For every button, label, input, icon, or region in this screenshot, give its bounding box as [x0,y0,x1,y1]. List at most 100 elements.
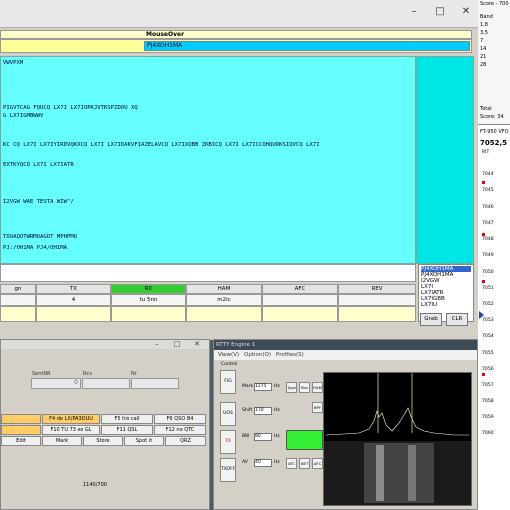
rit-label: RIT [482,150,490,155]
av-label: AV [242,460,248,465]
spot-marker[interactable] [482,280,485,283]
grid-blank[interactable] [338,306,416,322]
f10-button[interactable]: F10 TU 73 es GL [42,425,100,435]
grid-blank[interactable] [111,306,186,322]
total-label: Total [480,106,492,112]
grid-blank[interactable] [186,306,262,322]
status-counter: 1140/700 [83,482,107,488]
vfo-window: FT-950 VFO 7052,5 RIT 7044 7045 7046 704… [478,124,510,510]
grid-header[interactable]: AFC [262,284,338,294]
rx-text-area[interactable]: VWVPXM PIGVTCAG FQUCQ LX7I LX7IOPKJVTKSP… [0,56,416,264]
ham-button[interactable]: HAM [312,382,323,393]
spectrum-scope[interactable] [323,372,472,506]
freq-tick: 7059 [482,415,494,420]
grid-value[interactable] [0,294,36,306]
grid-header-rx[interactable]: RX [111,284,186,294]
rx-line: TOOAQOTWRMOAGOT MPHPMO [3,234,78,240]
band-label: Band [480,14,493,20]
f-button-blank[interactable] [1,425,41,435]
fig-button[interactable]: FIG [220,370,236,394]
close-icon[interactable]: ✕ [460,6,472,18]
grid-header[interactable]: REV [338,284,416,294]
uos-button[interactable]: UOS [220,402,236,426]
freq-tick: 7045 [482,188,494,193]
spot-it-button[interactable]: Spot it [124,436,164,446]
menu-profiles[interactable]: Profiles(S) [276,350,304,360]
net-button[interactable]: NET [299,458,310,469]
grid-header[interactable]: gn [0,284,36,294]
hz-label: Hz [274,434,280,439]
vfo-pointer-icon[interactable] [479,311,484,319]
score-window: Score - 700 Band 1,8 3,5 7 14 21 28 Tota… [478,0,510,124]
freq-tick: 7056 [482,367,494,372]
rx-side-panel [416,56,474,264]
bw-select[interactable]: 80 [254,433,272,441]
freq-tick: 7046 [482,205,494,210]
store-button[interactable]: Store [83,436,123,446]
hz-label: Hz [274,408,280,413]
rev-button[interactable]: Rev [299,382,310,393]
menu-option[interactable]: Option(O) [244,350,271,360]
maximize-icon[interactable]: □ [434,6,446,18]
rcv-label: Rcv [83,371,93,377]
type-button[interactable]: Type [286,382,297,393]
grid-blank[interactable] [262,306,338,322]
f5-button[interactable]: F5 his call [101,414,153,424]
grid-value[interactable] [262,294,338,306]
nr-field[interactable] [131,378,179,389]
grid-value[interactable]: 4 [36,294,111,306]
rcv-field[interactable] [82,378,130,389]
grid-header[interactable]: TX [36,284,111,294]
bw-label: BW [242,434,250,439]
mark-select[interactable]: 1275 [254,383,272,391]
grid-value[interactable] [338,294,416,306]
grid-blank[interactable] [36,306,111,322]
freq-tick: 7051 [482,286,494,291]
spot-marker[interactable] [482,233,485,236]
logger-title-bar: – □ ✕ [1,340,209,349]
bpf-button[interactable]: BPF [312,402,323,413]
f6-button[interactable]: F6 QSO B4 [154,414,206,424]
nr-label: Nr [131,371,137,377]
qrz-button[interactable]: QRZ [165,436,206,446]
txoff-button[interactable]: TXOFF [220,458,236,482]
f12-button[interactable]: F12 no QTC [154,425,206,435]
tx-button[interactable]: TX [220,430,236,454]
mark-label: Mark [242,384,254,389]
rx-line: VWVPXM [3,60,24,66]
grid-value[interactable]: m2ic [186,294,262,306]
av-select[interactable]: 40 [254,459,272,467]
clr-button[interactable]: CLR [446,313,468,326]
maximize-icon[interactable]: □ [171,338,183,350]
waterfall-signal [364,443,434,503]
vfo-frequency: 7052,5 [480,139,508,147]
shift-select[interactable]: 170 [254,407,272,415]
close-icon[interactable]: ✕ [191,338,203,350]
atc-button[interactable]: ATC [286,458,297,469]
f4-button[interactable]: F4 de LX/PA3DUU [42,414,100,424]
mark-button[interactable]: Mark [42,436,82,446]
list-item[interactable]: LX7IU [421,302,437,308]
grid-value[interactable]: tu 5nn [111,294,186,306]
f-button-blank[interactable] [1,414,41,424]
entry-row: SentNR Rcv Nr 0 [1,364,209,390]
menu-view[interactable]: View(V) [218,350,239,360]
rx-line: PJ:/OH1MA PJ4/OH1MA [3,245,67,251]
f11-button[interactable]: F11 QSL [101,425,153,435]
minimize-icon[interactable]: – [408,6,420,18]
spot-marker[interactable] [482,373,485,376]
sent-nr-field[interactable]: 0 [31,378,81,389]
mouseover-value[interactable]: PJ4XOH1MA [144,41,470,51]
freq-tick: 7044 [482,172,494,177]
edit-button[interactable]: Edit [1,436,41,446]
spot-marker[interactable] [482,181,485,184]
tx-input[interactable] [0,264,416,282]
grid-header[interactable]: HAM [186,284,262,294]
grab-button[interactable]: Grab [420,313,442,326]
freq-tick: 7055 [482,351,494,356]
minimize-icon[interactable]: – [151,338,163,350]
grid-blank[interactable] [0,306,36,322]
score-label: Score: 34 [480,114,504,120]
afc-button[interactable]: AFC [312,458,323,469]
vfo-title: FT-950 VFO [480,129,509,135]
